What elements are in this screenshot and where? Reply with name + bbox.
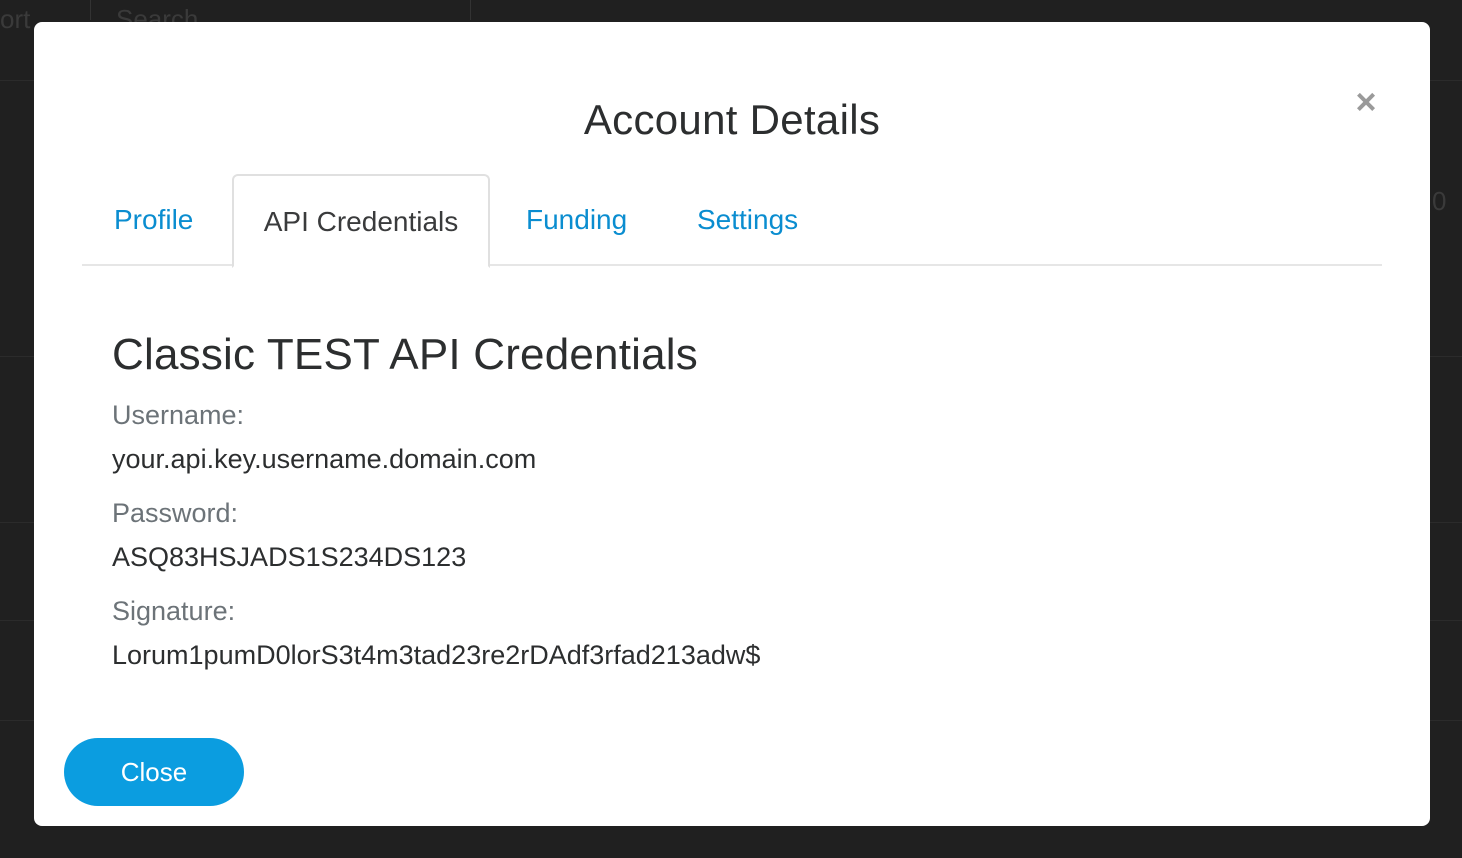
username-value: your.api.key.username.domain.com xyxy=(112,444,537,474)
tab-api-credentials[interactable]: API Credentials xyxy=(232,174,490,268)
background-text: ort xyxy=(0,4,31,34)
password-value: ASQ83HSJADS1S234DS123 xyxy=(112,542,467,572)
tab-bar: Profile API Credentials Funding Settings xyxy=(82,174,1382,268)
username-label: Username: xyxy=(112,400,245,430)
password-label: Password: xyxy=(112,498,239,528)
signature-value: Lorum1pumD0lorS3t4m3tad23re2rDAdf3rfad21… xyxy=(112,640,761,670)
background-text-right: 0 xyxy=(1432,186,1447,216)
modal-title: Account Details xyxy=(583,96,881,143)
close-button[interactable]: Close xyxy=(64,738,244,806)
tab-settings[interactable]: Settings xyxy=(697,174,798,266)
tab-funding[interactable]: Funding xyxy=(526,174,627,266)
tab-profile[interactable]: Profile xyxy=(114,174,193,266)
close-icon[interactable]: × xyxy=(1344,80,1388,124)
background-divider xyxy=(470,0,471,20)
section-title: Classic TEST API Credentials xyxy=(112,330,698,379)
signature-label: Signature: xyxy=(112,596,236,626)
account-details-modal: Account Details × Profile API Credential… xyxy=(34,22,1430,826)
background-divider xyxy=(90,0,91,20)
